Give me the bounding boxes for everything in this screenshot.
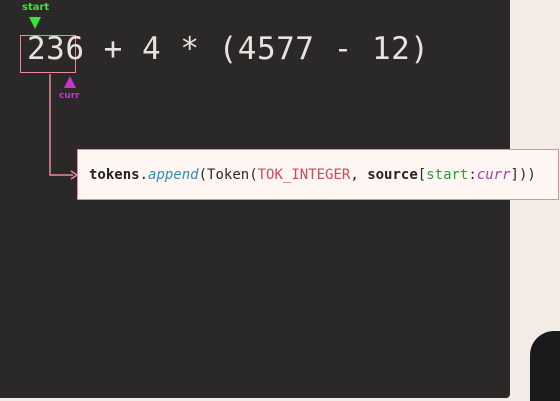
code-method: append xyxy=(148,166,199,183)
code-callout: tokens. append(Token(TOK_INTEGER, source[… xyxy=(77,149,559,200)
code-paren: ( xyxy=(198,166,208,183)
code-comma: , xyxy=(350,166,368,183)
code-slice-start: start xyxy=(426,166,469,183)
code-close: ])) xyxy=(510,166,536,183)
code-constant: TOK_INTEGER xyxy=(257,166,351,183)
code-variable: source xyxy=(367,166,418,183)
video-background xyxy=(510,0,560,401)
code-bracket: [ xyxy=(417,166,427,183)
code-slice-end: curr xyxy=(476,166,511,183)
remaining-expression: + 4 * (4577 - 12) xyxy=(84,31,430,67)
code-paren-2: ( xyxy=(249,166,258,183)
code-object: tokens xyxy=(89,166,140,183)
code-colon: : xyxy=(468,166,477,183)
code-class: Token xyxy=(207,166,250,183)
code-dot: . xyxy=(139,166,149,183)
presenter-silhouette xyxy=(530,331,560,401)
